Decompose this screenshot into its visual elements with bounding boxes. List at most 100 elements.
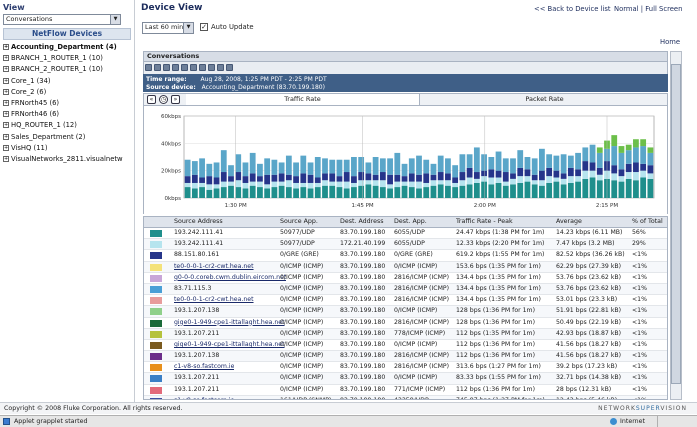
device-item[interactable]: + HQ_ROUTER_1 (12): [3, 120, 131, 131]
clock-icon[interactable]: ◷: [159, 95, 168, 104]
table-cell-sapp: 0/ICMP (ICMP): [280, 262, 324, 270]
column-header[interactable]: Source App.: [280, 217, 318, 227]
table-cell-sapp: 0/ICMP (ICMP): [280, 329, 324, 337]
vertical-scrollbar-thumb[interactable]: [671, 64, 681, 384]
column-header[interactable]: Average: [556, 217, 582, 227]
view-select[interactable]: Conversations ▼: [3, 14, 121, 25]
device-item[interactable]: + Sales_Department (2): [3, 132, 131, 143]
expand-icon[interactable]: +: [3, 111, 9, 118]
series-color-swatch: [150, 364, 162, 372]
chevron-down-icon[interactable]: ▼: [110, 15, 120, 24]
chevron-down-icon[interactable]: ▼: [183, 23, 193, 33]
print-icon[interactable]: [172, 64, 179, 71]
expand-icon[interactable]: +: [3, 133, 9, 140]
chart-bar: [633, 147, 639, 163]
table-row[interactable]: 193.242.111.41 50977/UDP 83.70.199.180 6055…: [144, 228, 667, 240]
device-item[interactable]: + VisualNetworks_2811.visualnetw: [3, 154, 131, 165]
full-screen-link[interactable]: Full Screen: [645, 5, 682, 13]
normal-link[interactable]: Normal: [614, 5, 639, 13]
chart-bar: [322, 185, 328, 198]
device-item[interactable]: + BRANCH_1_ROUTER_1 (10): [3, 53, 131, 64]
chart-bar: [358, 172, 365, 181]
table-row[interactable]: 193.1.207.211 0/ICMP (ICMP) 83.70.199.180 7…: [144, 328, 667, 340]
chart-bar: [387, 158, 393, 175]
device-item[interactable]: + BRANCH_2_ROUTER_1 (10): [3, 64, 131, 75]
expand-icon[interactable]: +: [3, 99, 9, 106]
table-cell-peak: 313.6 bps (1:27 PM for 1m): [456, 363, 541, 371]
chart-bar: [416, 181, 422, 189]
next-icon[interactable]: »: [171, 95, 180, 104]
export-icon[interactable]: [190, 64, 197, 71]
device-item[interactable]: + FRNorth45 (6): [3, 98, 131, 109]
table-row[interactable]: 193.1.207.138 0/ICMP (ICMP) 83.70.199.180 0…: [144, 306, 667, 318]
table-cell-avg: 39.2 bps (17.23 kB): [556, 363, 618, 371]
table-row[interactable]: c1-v8-so.fastcom.ie 0/ICMP (ICMP) 83.70.19…: [144, 362, 667, 374]
expand-icon[interactable]: +: [3, 155, 9, 162]
reset-zoom-icon[interactable]: [163, 64, 170, 71]
table-row[interactable]: 83.71.115.3 0/ICMP (ICMP) 83.70.199.180 281…: [144, 283, 667, 296]
column-header[interactable]: Traffic Rate - Peak: [456, 217, 513, 227]
table-cell-src: 83.71.115.3: [174, 284, 212, 292]
table-cell-src[interactable]: gige0-1-949-cpe1-ittallaght.hea.net: [174, 340, 285, 351]
table-cell-peak: 12.33 kbps (2:20 PM for 1m): [456, 240, 545, 248]
table-cell-src[interactable]: gige0-1-949-cpe1-ittallaght.hea.net: [174, 318, 285, 329]
chart-icon[interactable]: [208, 64, 215, 71]
column-header[interactable]: % of Total: [632, 217, 663, 227]
expand-icon[interactable]: +: [3, 122, 9, 129]
y-tick-label: 60kbps: [161, 114, 181, 120]
back-to-device-list-link[interactable]: << Back to Device list: [534, 5, 611, 13]
expand-icon[interactable]: +: [3, 55, 9, 62]
device-item[interactable]: + VisHQ (11): [3, 143, 131, 154]
save-icon[interactable]: [181, 64, 188, 71]
device-item[interactable]: + Core_2 (6): [3, 87, 131, 98]
previous-icon[interactable]: «: [147, 95, 156, 104]
column-header[interactable]: Dest. Address: [340, 217, 384, 227]
table-cell-src[interactable]: c1-v8-so.fastcom.ie: [174, 362, 234, 373]
table-row[interactable]: gige0-1-949-cpe1-ittallaght.hea.net 0/ICM…: [144, 340, 667, 352]
table-row[interactable]: 193.1.207.211 0/ICMP (ICMP) 83.70.199.180 7…: [144, 385, 667, 396]
table-cell-pct: <1%: [632, 352, 648, 360]
table-row[interactable]: te0-0-0-1-cr2-cwt.hea.net 0/ICMP (ICMP) 83…: [144, 261, 667, 273]
table-cell-src[interactable]: g0-0-0.coreb.cwm.dublin.eircom.net: [174, 273, 286, 284]
table-row[interactable]: te0-0-0-1-cr2-cwt.hea.net 0/ICMP (ICMP) 83…: [144, 295, 667, 307]
tab-packet-rate[interactable]: Packet Rate: [422, 94, 667, 105]
home-link[interactable]: Home: [660, 38, 680, 46]
table-cell-dapp: 6055/UDP: [394, 240, 425, 248]
expand-icon[interactable]: +: [3, 66, 9, 73]
device-item[interactable]: + FRNorth46 (6): [3, 109, 131, 120]
table-icon[interactable]: [199, 64, 206, 71]
table-row[interactable]: 193.1.207.138 0/ICMP (ICMP) 83.70.199.180 2…: [144, 351, 667, 363]
chart-bar: [228, 185, 234, 198]
table-row[interactable]: g0-0-0.coreb.cwm.dublin.eircom.net 0/ICMP…: [144, 273, 667, 284]
help-icon[interactable]: [226, 64, 233, 71]
table-cell-src[interactable]: te0-0-0-1-cr2-cwt.hea.net: [174, 262, 254, 273]
table-row[interactable]: gige0-1-949-cpe1-ittallaght.hea.net 0/ICM…: [144, 318, 667, 329]
zoom-out-icon[interactable]: [154, 64, 161, 71]
zoom-in-icon[interactable]: [145, 64, 152, 71]
expand-icon[interactable]: +: [3, 88, 9, 95]
table-cell-src[interactable]: te0-0-0-1-cr2-cwt.hea.net: [174, 295, 254, 306]
device-item[interactable]: + Accounting_Department (4): [3, 42, 131, 53]
table-row[interactable]: 193.1.207.211 0/ICMP (ICMP) 83.70.199.180 0…: [144, 373, 667, 385]
time-range-select[interactable]: Last 60 min ▼: [142, 22, 194, 34]
table-row[interactable]: s1-v8-so.fastcom.ie 161/UDP (SNMP) 83.70.1…: [144, 395, 667, 399]
column-header[interactable]: Dest. App.: [394, 217, 427, 227]
column-header[interactable]: Source Address: [174, 217, 223, 227]
device-item[interactable]: + Core_1 (34): [3, 76, 131, 87]
chart-bar: [394, 152, 401, 175]
expand-icon[interactable]: +: [3, 44, 9, 50]
chart-bar: [553, 177, 560, 182]
auto-update-checkbox[interactable]: ✓: [200, 23, 208, 31]
chart-bar: [473, 172, 480, 179]
chart-bar: [488, 177, 495, 185]
chart-bar: [351, 187, 357, 198]
table-row[interactable]: 193.242.111.41 50977/UDP 172.21.40.199 6055…: [144, 239, 667, 251]
table-cell-src[interactable]: s1-v8-so.fastcom.ie: [174, 396, 234, 399]
expand-icon[interactable]: +: [3, 144, 9, 151]
tab-traffic-rate[interactable]: Traffic Rate: [186, 94, 420, 105]
chart-bar: [271, 159, 278, 175]
table-row[interactable]: 88.151.80.161 0/GRE (GRE) 83.70.199.180 0/G…: [144, 250, 667, 262]
expand-icon[interactable]: +: [3, 77, 9, 84]
settings-icon[interactable]: [217, 64, 224, 71]
chart-bar: [423, 187, 430, 198]
